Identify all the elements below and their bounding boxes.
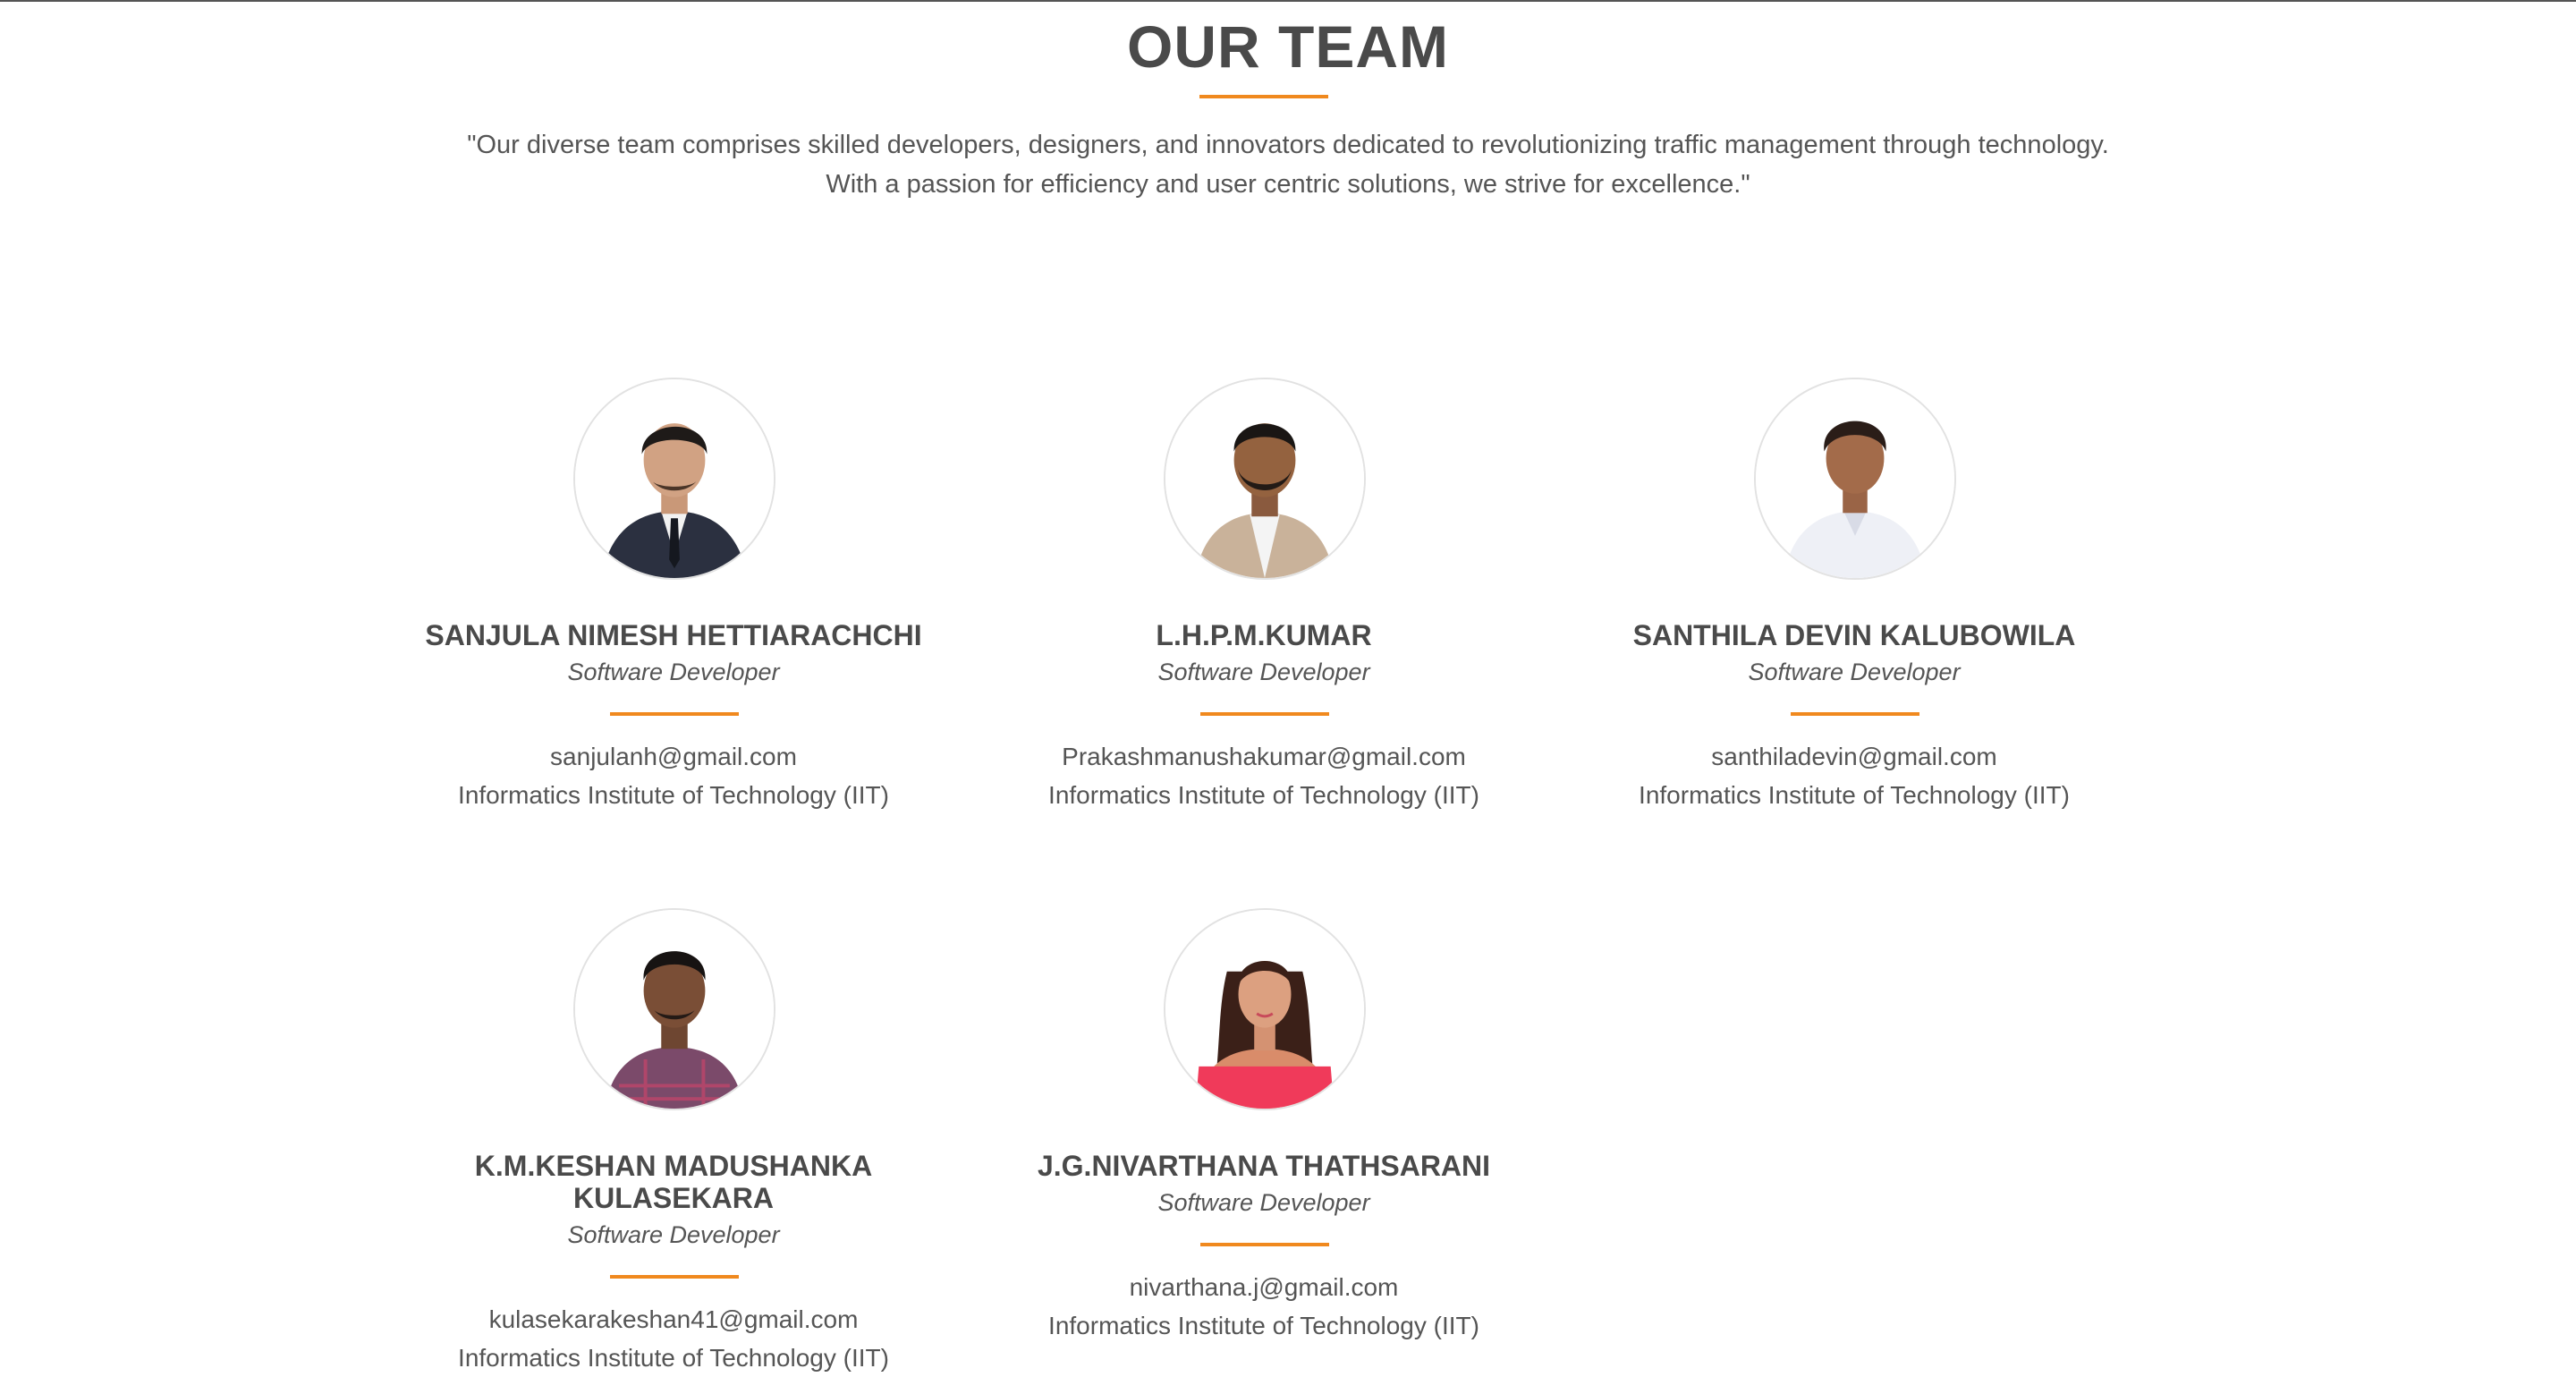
member-organization: Informatics Institute of Technology (IIT… — [1048, 781, 1479, 809]
member-role: Software Developer — [567, 659, 780, 685]
member-email[interactable]: Prakashmanushakumar@gmail.com — [969, 743, 1559, 771]
section-intro: "Our diverse team comprises skilled deve… — [467, 131, 2109, 199]
member-organization: Informatics Institute of Technology (IIT… — [458, 1344, 889, 1372]
member-divider — [610, 712, 739, 716]
profile-photo-icon — [575, 379, 774, 578]
member-email[interactable]: sanjulanh@gmail.com — [378, 743, 969, 771]
member-email[interactable]: santhiladevin@gmail.com — [1559, 743, 2149, 771]
member-email[interactable]: kulasekarakeshan41@gmail.com — [378, 1305, 969, 1334]
member-organization: Informatics Institute of Technology (IIT… — [1048, 1312, 1479, 1339]
member-divider — [1200, 712, 1329, 716]
member-role: Software Developer — [1157, 1189, 1370, 1216]
member-avatar — [573, 378, 775, 580]
member-divider — [1200, 1243, 1329, 1246]
profile-photo-icon — [575, 910, 774, 1109]
member-email[interactable]: nivarthana.j@gmail.com — [969, 1273, 1559, 1302]
member-avatar — [573, 908, 775, 1110]
profile-photo-icon — [1165, 379, 1364, 578]
member-role: Software Developer — [1748, 659, 1961, 685]
member-name: L.H.P.M.KUMAR — [1156, 619, 1372, 651]
member-role: Software Developer — [567, 1221, 780, 1248]
profile-photo-icon — [1165, 910, 1364, 1109]
member-name: SANJULA NIMESH HETTIARACHCHI — [425, 619, 922, 651]
profile-photo-icon — [1756, 379, 1954, 578]
member-name: K.M.KESHAN MADUSHANKA KULASEKARA — [474, 1150, 873, 1214]
title-underline — [1199, 95, 1328, 98]
member-role: Software Developer — [1157, 659, 1370, 685]
member-avatar — [1164, 908, 1366, 1110]
member-name: J.G.NIVARTHANA THATHSARANI — [1037, 1150, 1491, 1182]
team-page: OUR TEAM "Our diverse team comprises ski… — [0, 0, 2576, 1394]
section-title: OUR TEAM — [1127, 13, 1449, 80]
member-organization: Informatics Institute of Technology (IIT… — [1639, 781, 2070, 809]
member-organization: Informatics Institute of Technology (IIT… — [458, 781, 889, 809]
top-divider — [0, 0, 2576, 2]
member-divider — [1791, 712, 1919, 716]
member-divider — [610, 1275, 739, 1279]
member-avatar — [1754, 378, 1956, 580]
member-avatar — [1164, 378, 1366, 580]
member-name: SANTHILA DEVIN KALUBOWILA — [1632, 619, 2076, 651]
